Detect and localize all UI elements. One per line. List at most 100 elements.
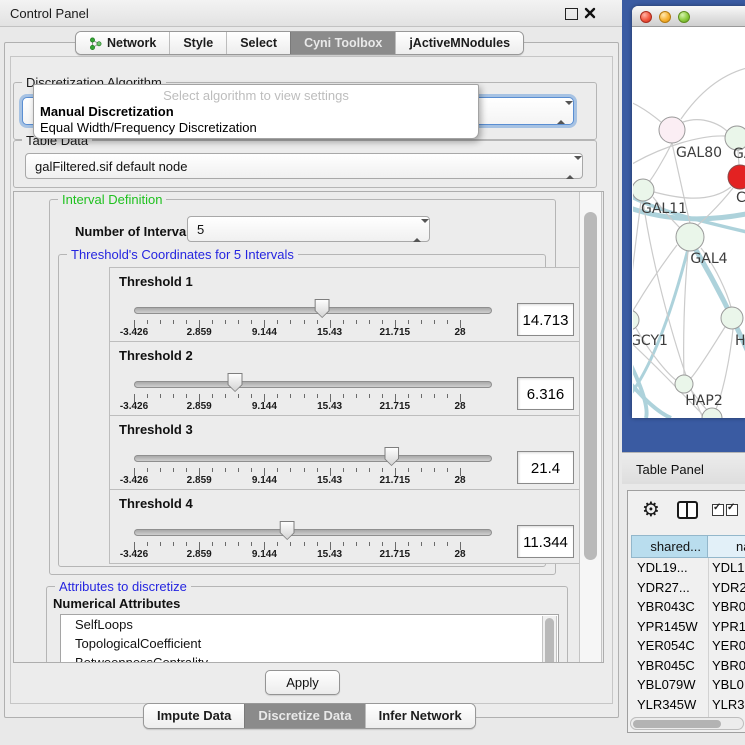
zoom-window-icon[interactable] — [678, 11, 690, 23]
column-header-name[interactable]: na — [708, 535, 745, 558]
slider-axis-label: -3.426 — [120, 549, 148, 560]
table-row[interactable]: YBR045CYBR0 — [631, 656, 745, 676]
node-gal80[interactable] — [659, 117, 685, 143]
algorithm-option-equal-width[interactable]: Equal Width/Frequency Discretization — [40, 120, 472, 135]
cell-shared-name[interactable]: YBL079W — [631, 675, 708, 695]
number-of-intervals-select[interactable]: 5 — [187, 216, 430, 242]
minimize-window-icon[interactable] — [659, 11, 671, 23]
list-item[interactable]: BetweennessCentrality — [61, 653, 558, 663]
float-window-icon[interactable] — [565, 8, 578, 20]
node-gal4[interactable] — [676, 223, 704, 251]
algorithm-placeholder: Select algorithm to view settings — [34, 88, 478, 103]
apply-button[interactable]: Apply — [265, 670, 340, 695]
threshold-4-panel: Threshold 4 -3.4262.8599.14415.4321.7152… — [109, 489, 582, 564]
panel-title: Control Panel — [10, 6, 89, 21]
thresholds-group: Threshold's Coordinates for 5 Intervals … — [58, 254, 546, 567]
node-hap2[interactable] — [675, 375, 693, 393]
algorithm-option-manual[interactable]: Manual Discretization — [40, 104, 472, 119]
tab-select[interactable]: Select — [226, 32, 290, 54]
split-columns-icon[interactable] — [677, 501, 698, 519]
settings-panel-scrollbar[interactable] — [579, 192, 602, 662]
table-row[interactable]: YER054CYER0 — [631, 636, 745, 656]
cell-name[interactable]: YPR1 — [708, 617, 745, 637]
threshold-2-slider[interactable]: -3.4262.8599.14415.4321.71528 — [134, 342, 460, 415]
node-gcy1[interactable] — [633, 310, 639, 330]
close-window-icon[interactable] — [640, 11, 652, 23]
table-row[interactable]: YBR043CYBR0 — [631, 597, 745, 617]
tab-impute-data-label: Impute Data — [157, 704, 231, 728]
tab-network[interactable]: Network — [76, 32, 169, 54]
tab-impute-data[interactable]: Impute Data — [144, 704, 244, 728]
cell-name[interactable]: YBL0 — [708, 675, 745, 695]
checkbox-icon[interactable] — [726, 504, 738, 516]
list-item[interactable]: SelfLoops — [61, 615, 558, 634]
network-canvas[interactable]: GAL80 GA C GAL11 GAL4 GCY1 H HAP2 — [633, 27, 745, 418]
attributes-group-label: Attributes to discretize — [55, 579, 191, 594]
column-header-shared-name[interactable]: shared... — [631, 535, 708, 558]
node-gal11[interactable] — [633, 179, 654, 201]
node-h[interactable] — [721, 307, 743, 329]
threshold-3-value-field[interactable]: 21.4 — [517, 451, 574, 484]
slider-axis-label: 21.715 — [380, 549, 411, 560]
cell-name[interactable]: YER0 — [708, 636, 745, 656]
threshold-3-panel: Threshold 3 -3.4262.8599.14415.4321.7152… — [109, 415, 582, 490]
threshold-1-slider[interactable]: -3.4262.8599.14415.4321.71528 — [134, 268, 460, 341]
threshold-2-value-field[interactable]: 6.316 — [517, 377, 574, 410]
numerical-attributes-list: SelfLoops TopologicalCoefficient Between… — [60, 614, 559, 663]
table-row[interactable]: YBL079WYBL0 — [631, 675, 745, 695]
network-window-titlebar[interactable] — [632, 6, 745, 27]
network-icon — [89, 37, 102, 50]
table-horizontal-scrollbar[interactable] — [630, 717, 744, 730]
checkbox-icon[interactable] — [712, 504, 724, 516]
cell-name[interactable]: YBR0 — [708, 597, 745, 617]
thresholds-group-label: Threshold's Coordinates for 5 Intervals — [67, 247, 298, 262]
table-row[interactable]: YDR27...YDR2 — [631, 578, 745, 598]
table-data-select[interactable]: galFiltered.sif default node — [25, 153, 583, 179]
gear-icon[interactable]: ⚙ — [642, 496, 660, 522]
table-row[interactable]: YPR145WYPR1 — [631, 617, 745, 637]
threshold-4-value-field[interactable]: 11.344 — [517, 525, 574, 558]
tab-jactivemnodules[interactable]: jActiveMNodules — [395, 32, 523, 54]
table-row[interactable]: YDL19...YDL1 — [631, 558, 745, 578]
slider-axis-label: 28 — [454, 549, 465, 560]
node-selected-red[interactable] — [728, 165, 745, 189]
combo-arrows-icon — [413, 223, 420, 235]
control-panel-tabs: Network Style Select Cyni Toolbox jActiv… — [75, 31, 524, 55]
cell-name[interactable]: YBR0 — [708, 656, 745, 676]
threshold-3-slider[interactable]: -3.4262.8599.14415.4321.71528 — [134, 416, 460, 489]
threshold-1-slider-thumb[interactable] — [315, 299, 330, 318]
slider-axis-label: -3.426 — [120, 475, 148, 486]
slider-axis-label: 9.144 — [252, 475, 277, 486]
tab-discretize-data[interactable]: Discretize Data — [244, 704, 364, 728]
network-graph: GAL80 GA C GAL11 GAL4 GCY1 H HAP2 — [633, 27, 745, 418]
threshold-4-slider-thumb[interactable] — [280, 521, 295, 540]
slider-axis-label: 21.715 — [380, 327, 411, 338]
threshold-2-slider-thumb[interactable] — [228, 373, 243, 392]
tab-infer-network[interactable]: Infer Network — [365, 704, 475, 728]
table-data-group: Table Data galFiltered.sif default node — [13, 140, 597, 188]
slider-axis-label: -3.426 — [120, 401, 148, 412]
threshold-3-slider-thumb[interactable] — [384, 447, 399, 466]
list-item[interactable]: TopologicalCoefficient — [61, 634, 558, 653]
cell-shared-name[interactable]: YBR045C — [631, 656, 708, 676]
cell-shared-name[interactable]: YPR145W — [631, 617, 708, 637]
threshold-1-value-field[interactable]: 14.713 — [517, 303, 574, 336]
attributes-list-scrollbar[interactable] — [542, 616, 557, 663]
tab-cyni-toolbox[interactable]: Cyni Toolbox — [290, 32, 395, 54]
cell-name[interactable]: YDR2 — [708, 578, 745, 598]
node-bottom[interactable] — [702, 408, 722, 418]
threshold-1-panel: Threshold 1 -3.4262.8599.14415.4321.7152… — [109, 267, 582, 342]
cell-shared-name[interactable]: YER054C — [631, 636, 708, 656]
cell-shared-name[interactable]: YBR043C — [631, 597, 708, 617]
cell-shared-name[interactable]: YDL19... — [631, 558, 708, 578]
threshold-4-slider[interactable]: -3.4262.8599.14415.4321.71528 — [134, 490, 460, 563]
cell-shared-name[interactable]: YLR345W — [631, 695, 708, 715]
slider-axis-label: 15.43 — [317, 549, 342, 560]
tab-style[interactable]: Style — [169, 32, 226, 54]
close-icon[interactable] — [584, 7, 596, 19]
cell-name[interactable]: YLR3 — [708, 695, 745, 715]
node-label-h: H — [735, 333, 745, 349]
cell-shared-name[interactable]: YDR27... — [631, 578, 708, 598]
table-row[interactable]: YLR345WYLR3 — [631, 695, 745, 715]
cell-name[interactable]: YDL1 — [708, 558, 745, 578]
